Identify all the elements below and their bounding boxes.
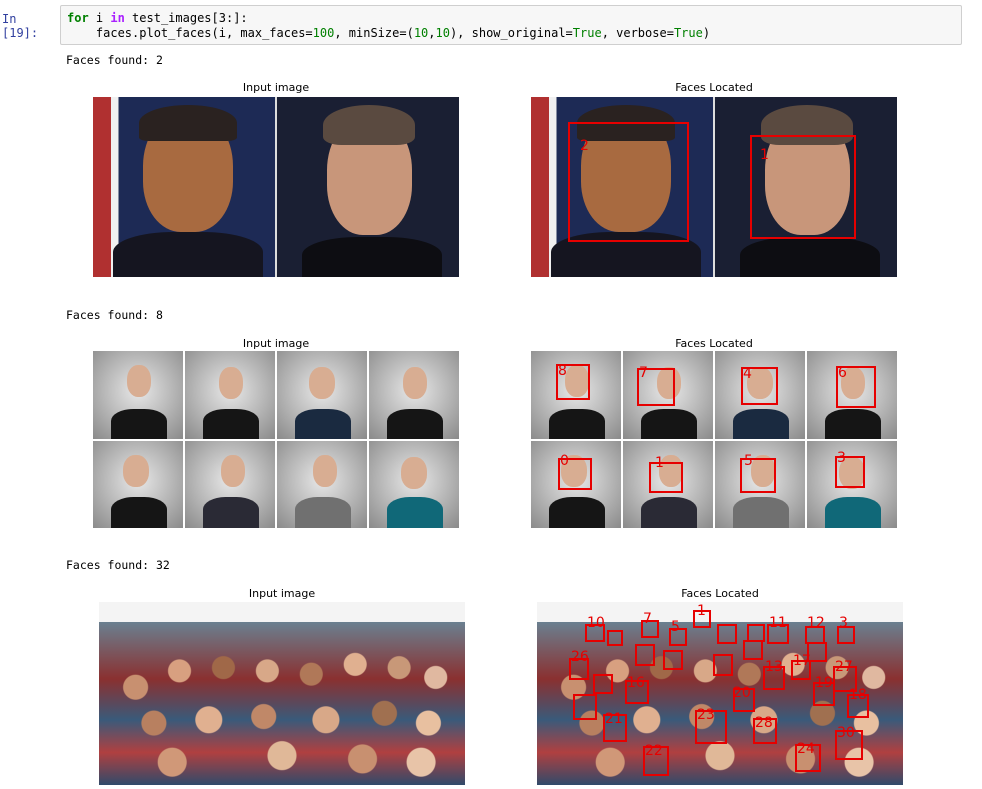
input-image-title: Input image — [248, 587, 316, 600]
face-box — [635, 644, 655, 666]
face-box-label: 28 — [755, 715, 773, 731]
face-box — [717, 624, 737, 644]
cell-prompt: In [19]: — [2, 12, 39, 40]
face-box — [743, 640, 763, 660]
face-box-label: 30 — [837, 725, 855, 741]
face-box-label: 27 — [835, 659, 853, 675]
photo-tile — [369, 351, 459, 439]
photo-tile — [277, 351, 367, 439]
code-input-area[interactable]: for i in test_images[3:]: faces.plot_fac… — [60, 5, 962, 45]
input-image-panel — [93, 351, 459, 528]
code-text: , minSize=( — [334, 26, 414, 40]
faces-located-title: Faces Located — [675, 81, 753, 94]
face-box-label: 22 — [645, 743, 663, 759]
face-box-label: 1 — [760, 147, 769, 163]
face-box-label: 7 — [639, 365, 648, 381]
faces-located-panel: 10 7 1 5 11 12 3 26 16 13 17 19 20 27 18… — [537, 602, 903, 785]
face-box-label: 12 — [807, 615, 825, 631]
code-text: ), show_original= — [449, 26, 573, 40]
code-text: faces.plot_faces(i, max_faces= — [67, 26, 313, 40]
photo-tile — [369, 441, 459, 528]
face-box — [713, 654, 733, 676]
photo-tile — [93, 351, 183, 439]
face-box-label: 8 — [558, 363, 567, 379]
suit-shape — [302, 237, 442, 277]
face-box — [593, 674, 613, 694]
crowd-photo — [99, 622, 465, 785]
face-box-label: 11 — [769, 615, 787, 631]
face-box-label: 16 — [627, 675, 645, 691]
faces-found-text: Faces found: 32 — [66, 558, 170, 572]
photo-tile — [93, 97, 275, 277]
faces-located-panel: 2 1 — [531, 97, 897, 277]
suit-shape — [113, 232, 263, 277]
code-number: 10 — [413, 26, 429, 40]
photo-tile — [277, 97, 459, 277]
code-constant: True — [673, 26, 703, 40]
face-box-label: 0 — [560, 453, 569, 469]
face-box-label: 26 — [571, 649, 589, 665]
face-box-label: 3 — [839, 615, 848, 631]
code-keyword-in: in — [110, 11, 125, 25]
photo-tile — [185, 351, 275, 439]
faces-located-title: Faces Located — [675, 337, 753, 350]
code-text: test_images[3:]: — [124, 11, 248, 25]
photo-tile — [185, 441, 275, 528]
face-box-label: 6 — [838, 365, 847, 381]
code-number: 100 — [312, 26, 335, 40]
code-text: ) — [702, 26, 711, 40]
face-box-label: 20 — [733, 685, 751, 701]
face-box-label: 2 — [580, 138, 589, 154]
input-image-panel — [99, 602, 465, 785]
face-box-label: 3 — [837, 450, 846, 466]
face-box — [607, 630, 623, 646]
face-box — [573, 694, 597, 720]
face-box-label: 10 — [587, 615, 605, 631]
code-keyword-for: for — [67, 11, 89, 25]
hair-shape — [323, 105, 415, 145]
face-box-label: 17 — [793, 653, 811, 669]
faces-located-panel: 8 7 4 6 0 1 5 3 — [531, 351, 897, 528]
face-box-label: 23 — [697, 707, 715, 723]
faces-found-text: Faces found: 2 — [66, 53, 163, 67]
face-box-label: 24 — [797, 741, 815, 757]
photo-tile — [93, 441, 183, 528]
face-box — [663, 650, 683, 670]
input-image-title: Input image — [242, 81, 310, 94]
faces-located-title: Faces Located — [681, 587, 759, 600]
face-box-label: 7 — [643, 611, 652, 627]
face-box-label: 1 — [655, 455, 664, 471]
code-text: , verbose= — [601, 26, 674, 40]
face-box-label: 21 — [605, 711, 623, 727]
face-box-label: 4 — [743, 366, 752, 382]
code-constant: True — [572, 26, 602, 40]
hair-shape — [139, 105, 237, 141]
code-text: , — [428, 26, 436, 40]
photo-tile — [277, 441, 367, 528]
suit-shape — [740, 237, 880, 277]
face-box-label: 18 — [849, 687, 867, 703]
face-box-label: 5 — [744, 453, 753, 469]
face-box-label: 13 — [765, 659, 783, 675]
input-image-panel — [93, 97, 459, 277]
face-box-label: 1 — [697, 603, 706, 619]
code-text: i — [88, 11, 111, 25]
input-image-title: Input image — [242, 337, 310, 350]
face-box-label: 19 — [815, 675, 833, 691]
face-box-label: 5 — [671, 619, 680, 635]
code-number: 10 — [435, 26, 450, 40]
faces-found-text: Faces found: 8 — [66, 308, 163, 322]
